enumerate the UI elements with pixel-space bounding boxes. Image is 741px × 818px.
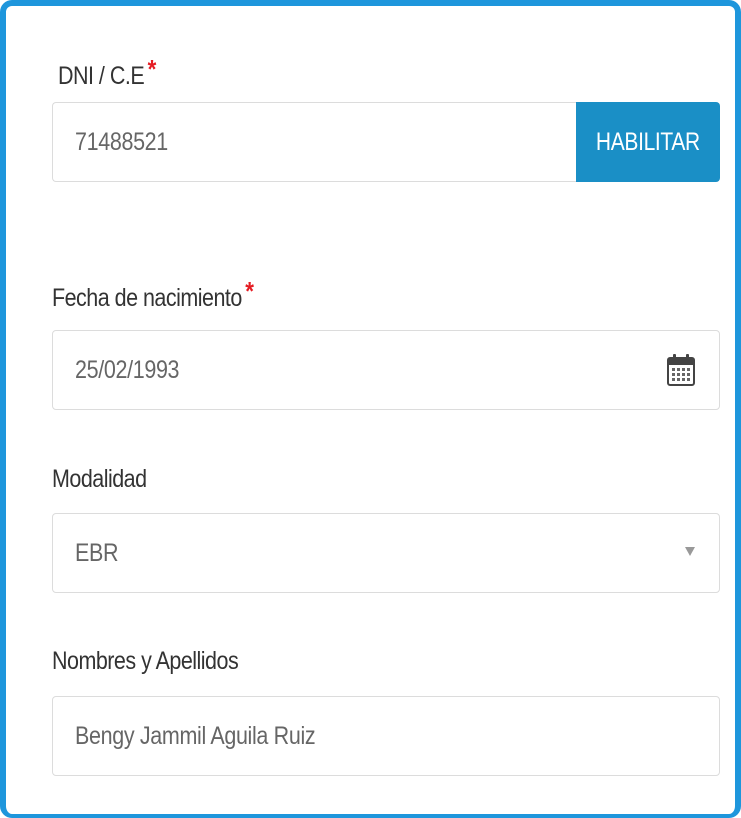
dni-label: DNI / C.E *	[58, 54, 156, 91]
fullname-input[interactable]: Bengy Jammil Aguila Ruiz	[52, 696, 720, 776]
fullname-label-text: Nombres y Apellidos	[52, 647, 239, 675]
birthdate-input[interactable]: 25/02/1993	[52, 330, 720, 410]
dni-required-mark: *	[147, 54, 157, 84]
modality-label: Modalidad	[52, 464, 147, 494]
fullname-value: Bengy Jammil Aguila Ruiz	[75, 722, 316, 750]
habilitar-button-label: HABILITAR	[596, 128, 700, 156]
calendar-icon[interactable]	[667, 353, 695, 387]
habilitar-button[interactable]: HABILITAR	[576, 102, 720, 182]
modality-select[interactable]: EBR	[52, 513, 720, 593]
birthdate-label: Fecha de nacimiento *	[52, 276, 254, 313]
birthdate-label-text: Fecha de nacimiento	[52, 284, 242, 312]
fullname-label: Nombres y Apellidos	[52, 646, 239, 676]
modality-label-text: Modalidad	[52, 465, 147, 493]
birthdate-value: 25/02/1993	[75, 356, 180, 384]
birthdate-required-mark: *	[245, 276, 254, 306]
dni-value: 71488521	[75, 128, 168, 156]
modality-selected-value: EBR	[75, 539, 119, 567]
dni-input[interactable]: 71488521	[52, 102, 577, 182]
dropdown-caret-icon	[685, 547, 695, 556]
dni-label-text: DNI / C.E	[58, 62, 145, 90]
